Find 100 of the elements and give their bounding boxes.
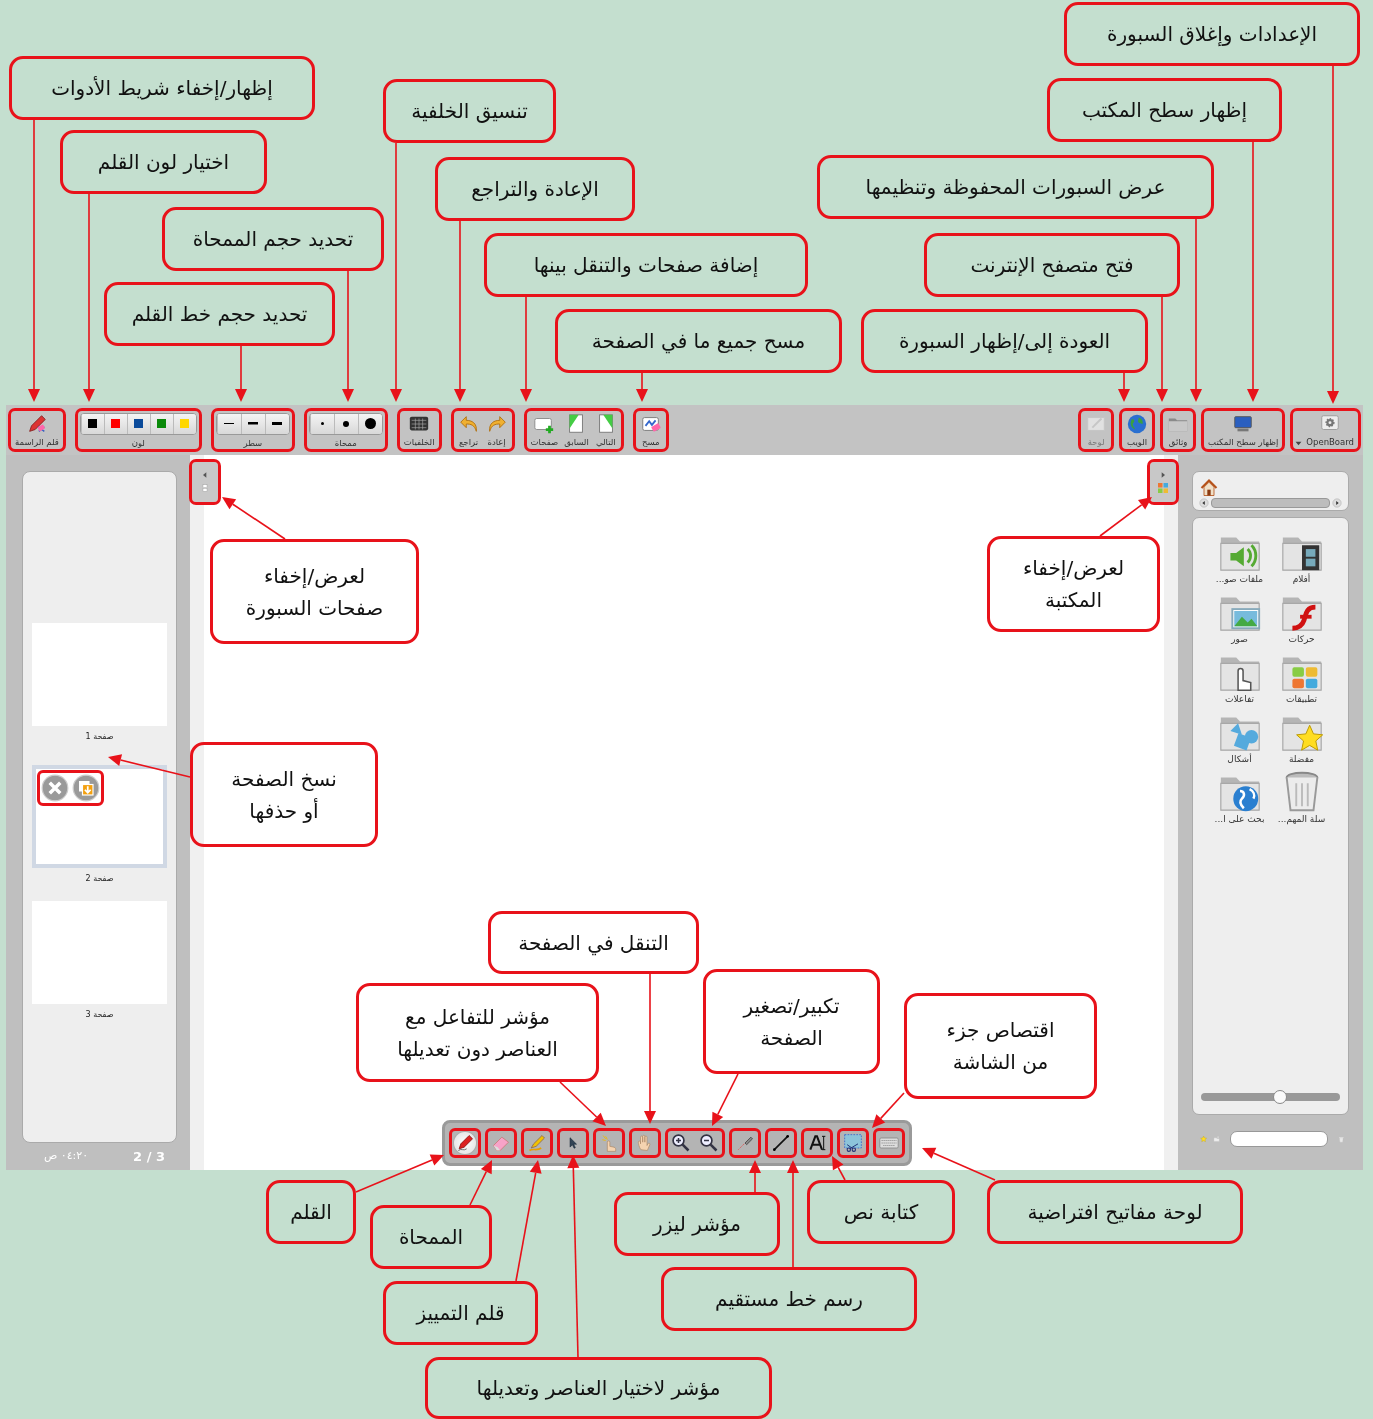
line-width-icon bbox=[248, 422, 259, 425]
callout-label: تحديد حجم الممحاة bbox=[162, 207, 384, 271]
toolbar-button[interactable]: وثائق bbox=[1165, 413, 1192, 447]
callout-label: الممحاة bbox=[370, 1205, 492, 1269]
callout-label: لعرض/إخفاء المكتبة bbox=[987, 536, 1160, 632]
callout-label: تكبير/تصغير الصفحة bbox=[703, 969, 880, 1074]
callout-arrow bbox=[1118, 372, 1130, 402]
library-item[interactable]: أشكال bbox=[1208, 708, 1271, 764]
library-item[interactable]: تفاعلات bbox=[1208, 648, 1271, 704]
callout-label: فتح متصفح الإنترنت bbox=[924, 233, 1180, 297]
zoom-in-icon bbox=[671, 1133, 691, 1153]
toolbar-button[interactable]: الويب bbox=[1124, 413, 1151, 447]
eraser-size-button[interactable] bbox=[357, 413, 382, 434]
toolbar-button[interactable]: مسح bbox=[637, 413, 664, 447]
toolbar-button[interactable]: OpenBoard bbox=[1304, 413, 1356, 447]
caret-icon bbox=[1295, 441, 1303, 446]
callout-arrow bbox=[559, 1081, 606, 1126]
toolbar-label: ممحاة bbox=[334, 437, 357, 448]
horizontal-scrollbar[interactable] bbox=[1199, 498, 1342, 508]
whiteboard-canvas[interactable] bbox=[190, 455, 1178, 1170]
library-item[interactable]: سلة المهم... bbox=[1270, 768, 1333, 824]
color-swatch-button[interactable] bbox=[80, 413, 104, 434]
star-icon bbox=[1200, 1133, 1208, 1145]
line-width-icon bbox=[224, 422, 235, 425]
callout-label: العودة إلى/إظهار السبورة bbox=[861, 309, 1148, 373]
line-width-icon bbox=[272, 421, 283, 426]
callout-label: التنقل في الصفحة bbox=[488, 911, 699, 974]
delete-page-button[interactable] bbox=[41, 774, 69, 802]
toolbar-button[interactable]: صفحات bbox=[528, 413, 561, 447]
scroll-left-icon bbox=[1199, 498, 1209, 508]
toolbar-button[interactable]: إظهار سطح المكتب bbox=[1206, 413, 1281, 447]
marker-icon bbox=[527, 1133, 547, 1153]
callout-label: إضافة صفحات والتنقل بينها bbox=[484, 233, 808, 297]
zoom-slider[interactable] bbox=[1201, 1090, 1340, 1104]
callout-label: نسخ الصفحة أو حذفها bbox=[190, 742, 378, 847]
callout-arrow bbox=[872, 1092, 905, 1128]
screen-capture-icon bbox=[843, 1133, 863, 1153]
library-item[interactable]: بحث على ا... bbox=[1208, 768, 1271, 824]
library-icon bbox=[1157, 481, 1169, 494]
dot-icon bbox=[364, 418, 376, 429]
toolbar-button[interactable]: السابق bbox=[562, 413, 591, 447]
library-item[interactable]: حركات bbox=[1270, 588, 1333, 644]
callout-label: مسح جميع ما في الصفحة bbox=[555, 309, 842, 373]
callout-label: مؤشر للتفاعل مع العناصر دون تعديلها bbox=[356, 983, 599, 1082]
page-counter: 2 / 3 bbox=[133, 1149, 165, 1164]
callout-arrow bbox=[832, 1156, 846, 1181]
copy-icon bbox=[72, 774, 100, 802]
library-item[interactable]: صور bbox=[1208, 588, 1271, 644]
callout-label: عرض السبورات المحفوظة وتنظيمها bbox=[817, 155, 1214, 219]
callout-label: الإعادة والتراجع bbox=[435, 157, 635, 221]
page-thumbnail[interactable] bbox=[32, 765, 167, 868]
library-item[interactable]: مفضلة bbox=[1270, 708, 1333, 764]
search-field[interactable] bbox=[1230, 1131, 1329, 1147]
clock-text: ٠٤:٢٠ ص bbox=[44, 1149, 89, 1164]
line-width-button[interactable] bbox=[264, 413, 289, 434]
add-folder-icon bbox=[1213, 1133, 1221, 1145]
scroll-right-icon bbox=[1332, 498, 1342, 508]
close-icon bbox=[41, 774, 69, 802]
zoom-out-icon bbox=[699, 1133, 719, 1153]
callout-arrow bbox=[469, 1160, 492, 1206]
callout-label: مؤشر لاختيار العناصر وتعديلها bbox=[425, 1357, 772, 1419]
toolbar-button[interactable]: الخلفيات bbox=[401, 413, 437, 447]
tool-button[interactable] bbox=[698, 1132, 720, 1154]
library-item[interactable]: أفلام bbox=[1270, 528, 1333, 584]
callout-arrow bbox=[222, 497, 286, 540]
color-swatch-button[interactable] bbox=[126, 413, 150, 434]
duplicate-page-button[interactable] bbox=[72, 774, 100, 802]
library-toggle-tab[interactable] bbox=[1150, 462, 1176, 502]
callout-arrow bbox=[235, 345, 247, 402]
toolbar-label: سطر bbox=[243, 437, 263, 448]
callout-label: القلم bbox=[266, 1180, 356, 1244]
callout-label: مؤشر ليزر bbox=[614, 1192, 780, 1256]
toolbar-button[interactable]: التالي bbox=[592, 413, 619, 447]
text-tool-icon bbox=[807, 1133, 827, 1153]
page-label: صفحة 1 bbox=[85, 732, 114, 741]
tool-button[interactable] bbox=[670, 1132, 692, 1154]
dot-icon bbox=[343, 420, 350, 427]
callout-arrow bbox=[1099, 497, 1152, 537]
color-swatch-button[interactable] bbox=[149, 413, 173, 434]
home-icon bbox=[1199, 478, 1219, 498]
page-label: صفحة 3 bbox=[85, 1010, 114, 1019]
eraser-size-button[interactable] bbox=[333, 413, 358, 434]
pages-toggle-tab[interactable] bbox=[192, 462, 218, 502]
slider-thumb[interactable] bbox=[1273, 1090, 1288, 1104]
library-item[interactable]: تطبيقات bbox=[1270, 648, 1333, 704]
toolbar-button[interactable]: تراجع bbox=[455, 413, 482, 447]
toolbar-button[interactable]: إعادة bbox=[483, 413, 510, 447]
callout-arrow bbox=[636, 372, 648, 402]
callout-arrow bbox=[749, 1160, 761, 1193]
callout-arrow bbox=[712, 1073, 739, 1126]
callout-label: إظهار/إخفاء شريط الأدوات bbox=[9, 56, 315, 120]
color-swatch-button[interactable] bbox=[172, 413, 196, 434]
pen-icon bbox=[455, 1133, 475, 1153]
color-swatch-button[interactable] bbox=[103, 413, 127, 434]
toolbar-button[interactable]: قلم الراسمة bbox=[13, 413, 61, 447]
dot-icon bbox=[320, 422, 324, 425]
line-width-button[interactable] bbox=[240, 413, 265, 434]
callout-label: رسم خط مستقيم bbox=[661, 1267, 917, 1331]
callout-label: الإعدادات وإغلاق السبورة bbox=[1064, 2, 1360, 66]
library-item[interactable]: ملفات صو... bbox=[1208, 528, 1271, 584]
